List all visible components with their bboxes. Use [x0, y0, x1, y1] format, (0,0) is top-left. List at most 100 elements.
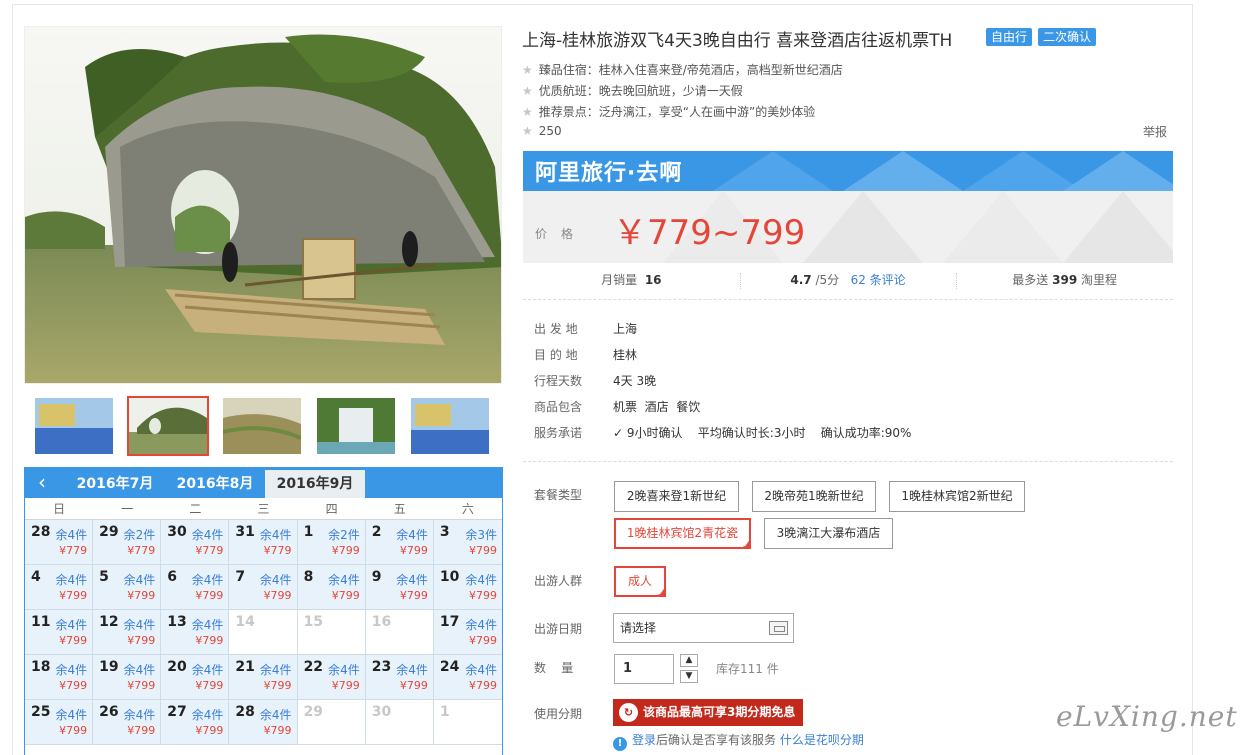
calendar-day-cell[interactable]: 22 余4件 ¥799: [297, 655, 366, 700]
day-price: ¥799: [195, 634, 224, 647]
day-number: 28: [235, 704, 255, 720]
day-stock: 余4件: [55, 573, 88, 587]
what-is-huabei-link[interactable]: 什么是花呗分期: [780, 733, 864, 747]
rating-suffix: /5分: [815, 273, 840, 287]
package-option-1[interactable]: 2晚喜来登1新世纪: [614, 481, 739, 512]
calendar-day-cell[interactable]: 23 余4件 ¥799: [365, 655, 434, 700]
huabei-icon: ↻: [619, 703, 638, 722]
quantity-input[interactable]: 1: [614, 654, 674, 684]
day-price: ¥799: [195, 589, 224, 602]
day-number: 8: [303, 569, 314, 585]
calendar-day-cell[interactable]: 3 余3件 ¥799: [433, 520, 502, 565]
day-number: 6: [167, 569, 178, 585]
calendar-tab-september[interactable]: 2016年9月: [265, 470, 365, 498]
day-number: 19: [99, 659, 119, 675]
calendar-day-cell[interactable]: 30 余4件 ¥779: [161, 520, 230, 565]
calendar-day-cell: 30: [365, 700, 434, 745]
calendar-day-cell[interactable]: 24 余4件 ¥799: [433, 655, 502, 700]
day-number: 30: [167, 524, 187, 540]
calendar-day-cell[interactable]: 21 余4件 ¥799: [229, 655, 298, 700]
calendar-prev-icon[interactable]: ‹: [25, 468, 59, 498]
traveler-option-adult[interactable]: 成人: [614, 566, 666, 599]
day-number: 26: [99, 704, 119, 720]
calendar-day-cell[interactable]: 10 余4件 ¥799: [433, 565, 502, 610]
day-number: 2: [371, 524, 382, 540]
calendar-day-cell[interactable]: 29 余2件 ¥779: [93, 520, 162, 565]
thumbnail-5[interactable]: [409, 396, 491, 456]
calendar-day-cell: 16: [365, 610, 434, 655]
points-prefix: 最多送: [1012, 273, 1049, 287]
day-price: ¥799: [127, 634, 156, 647]
installment-label: 使用分期: [534, 707, 583, 721]
day-price: ¥799: [263, 589, 292, 602]
calendar-day-cell[interactable]: 1 余2件 ¥799: [297, 520, 366, 565]
info-label: 行程天数: [534, 374, 583, 388]
day-stock: 余4件: [259, 708, 292, 722]
day-stock: 余4件: [328, 663, 360, 677]
service-promise: ✓ 9小时确认 平均确认时长:3小时 确认成功率:90%: [613, 424, 911, 441]
calendar-day-cell[interactable]: 4 余4件 ¥799: [25, 565, 94, 610]
day-number: 24: [439, 659, 460, 675]
favorites-count[interactable]: ★ 250: [522, 124, 562, 138]
divider: [523, 461, 1173, 462]
day-number: 30: [371, 704, 392, 720]
thumbnail-3[interactable]: [221, 396, 303, 456]
day-price: ¥799: [469, 589, 497, 602]
info-icon: !: [613, 737, 627, 751]
brand-name: 阿里旅行·去啊: [535, 161, 683, 186]
points: 最多送 399 淘里程: [956, 266, 1173, 299]
calendar-day-cell[interactable]: 2 余4件 ¥799: [365, 520, 434, 565]
date-picker-input[interactable]: 请选择: [613, 613, 794, 643]
calendar-day-cell[interactable]: 19 余4件 ¥799: [93, 655, 162, 700]
calendar-day-cell[interactable]: 25 余4件 ¥799: [25, 700, 94, 745]
feature-item: ★ 推荐景点：泛舟漓江，享受“人在画中游”的美妙体验: [522, 103, 815, 120]
info-label: 服务承诺: [534, 426, 583, 440]
package-option-2[interactable]: 2晚帝苑1晚新世纪: [752, 481, 876, 512]
installment-button[interactable]: ↻ 该商品最高可享3期分期免息: [613, 699, 803, 726]
quantity-increase-icon[interactable]: ▲: [680, 654, 698, 667]
calendar-icon[interactable]: [769, 621, 788, 635]
calendar-day-cell[interactable]: 12 余4件 ¥799: [93, 610, 162, 655]
calendar-day-cell[interactable]: 17 余4件 ¥799: [433, 610, 502, 655]
calendar-day-cell[interactable]: 11 余4件 ¥799: [25, 610, 94, 655]
quantity-decrease-icon[interactable]: ▼: [680, 670, 698, 683]
calendar-day-cell[interactable]: 28 余4件 ¥779: [25, 520, 94, 565]
calendar-day-cell[interactable]: 5 余4件 ¥799: [93, 565, 162, 610]
calendar-day-cell[interactable]: 9 余4件 ¥799: [365, 565, 434, 610]
weekday-label: 五: [393, 502, 406, 516]
package-option-5[interactable]: 3晚漓江大瀑布酒店: [764, 518, 893, 549]
report-link[interactable]: 举报: [1143, 123, 1167, 140]
day-price: ¥799: [399, 544, 428, 557]
day-number: 1: [303, 524, 314, 540]
calendar-day-cell[interactable]: 31 余4件 ¥779: [229, 520, 298, 565]
calendar-tab-july[interactable]: 2016年7月: [65, 470, 165, 498]
calendar-day-cell[interactable]: 27 余4件 ¥799: [161, 700, 230, 745]
day-number: 20: [167, 659, 187, 675]
calendar-day-cell[interactable]: 8 余4件 ¥799: [297, 565, 366, 610]
price-label: 价格: [535, 227, 588, 241]
package-option-4-selected[interactable]: 1晚桂林宾馆2青花瓷: [614, 518, 751, 551]
star-icon: ★: [522, 105, 533, 119]
info-value: 4天 3晚: [613, 374, 657, 388]
package-option-3[interactable]: 1晚桂林宾馆2新世纪: [889, 481, 1025, 512]
price-box: 价格 ￥779~799: [523, 191, 1173, 263]
calendar-day-cell[interactable]: 20 余4件 ¥799: [161, 655, 230, 700]
calendar-tab-august[interactable]: 2016年8月: [165, 470, 265, 498]
day-price: ¥779: [127, 544, 156, 557]
day-price: ¥779: [263, 544, 292, 557]
reviews-link[interactable]: 62 条评论: [851, 273, 906, 287]
calendar-day-cell[interactable]: 28 余4件 ¥799: [229, 700, 298, 745]
login-link[interactable]: 登录: [632, 733, 656, 747]
day-number: 3: [439, 524, 450, 540]
day-stock: 余4件: [55, 663, 88, 677]
day-price: ¥799: [331, 679, 360, 692]
thumbnail-4[interactable]: [315, 396, 397, 456]
calendar-day-cell[interactable]: 26 余4件 ¥799: [93, 700, 162, 745]
calendar-day-cell[interactable]: 7 余4件 ¥799: [229, 565, 298, 610]
calendar-day-cell[interactable]: 18 余4件 ¥799: [25, 655, 94, 700]
calendar-day-cell[interactable]: 6 余4件 ¥799: [161, 565, 230, 610]
day-number: 4: [31, 569, 41, 585]
thumbnail-1[interactable]: [33, 396, 115, 456]
calendar-day-cell[interactable]: 13 余4件 ¥799: [161, 610, 230, 655]
thumbnail-2[interactable]: [127, 396, 209, 456]
